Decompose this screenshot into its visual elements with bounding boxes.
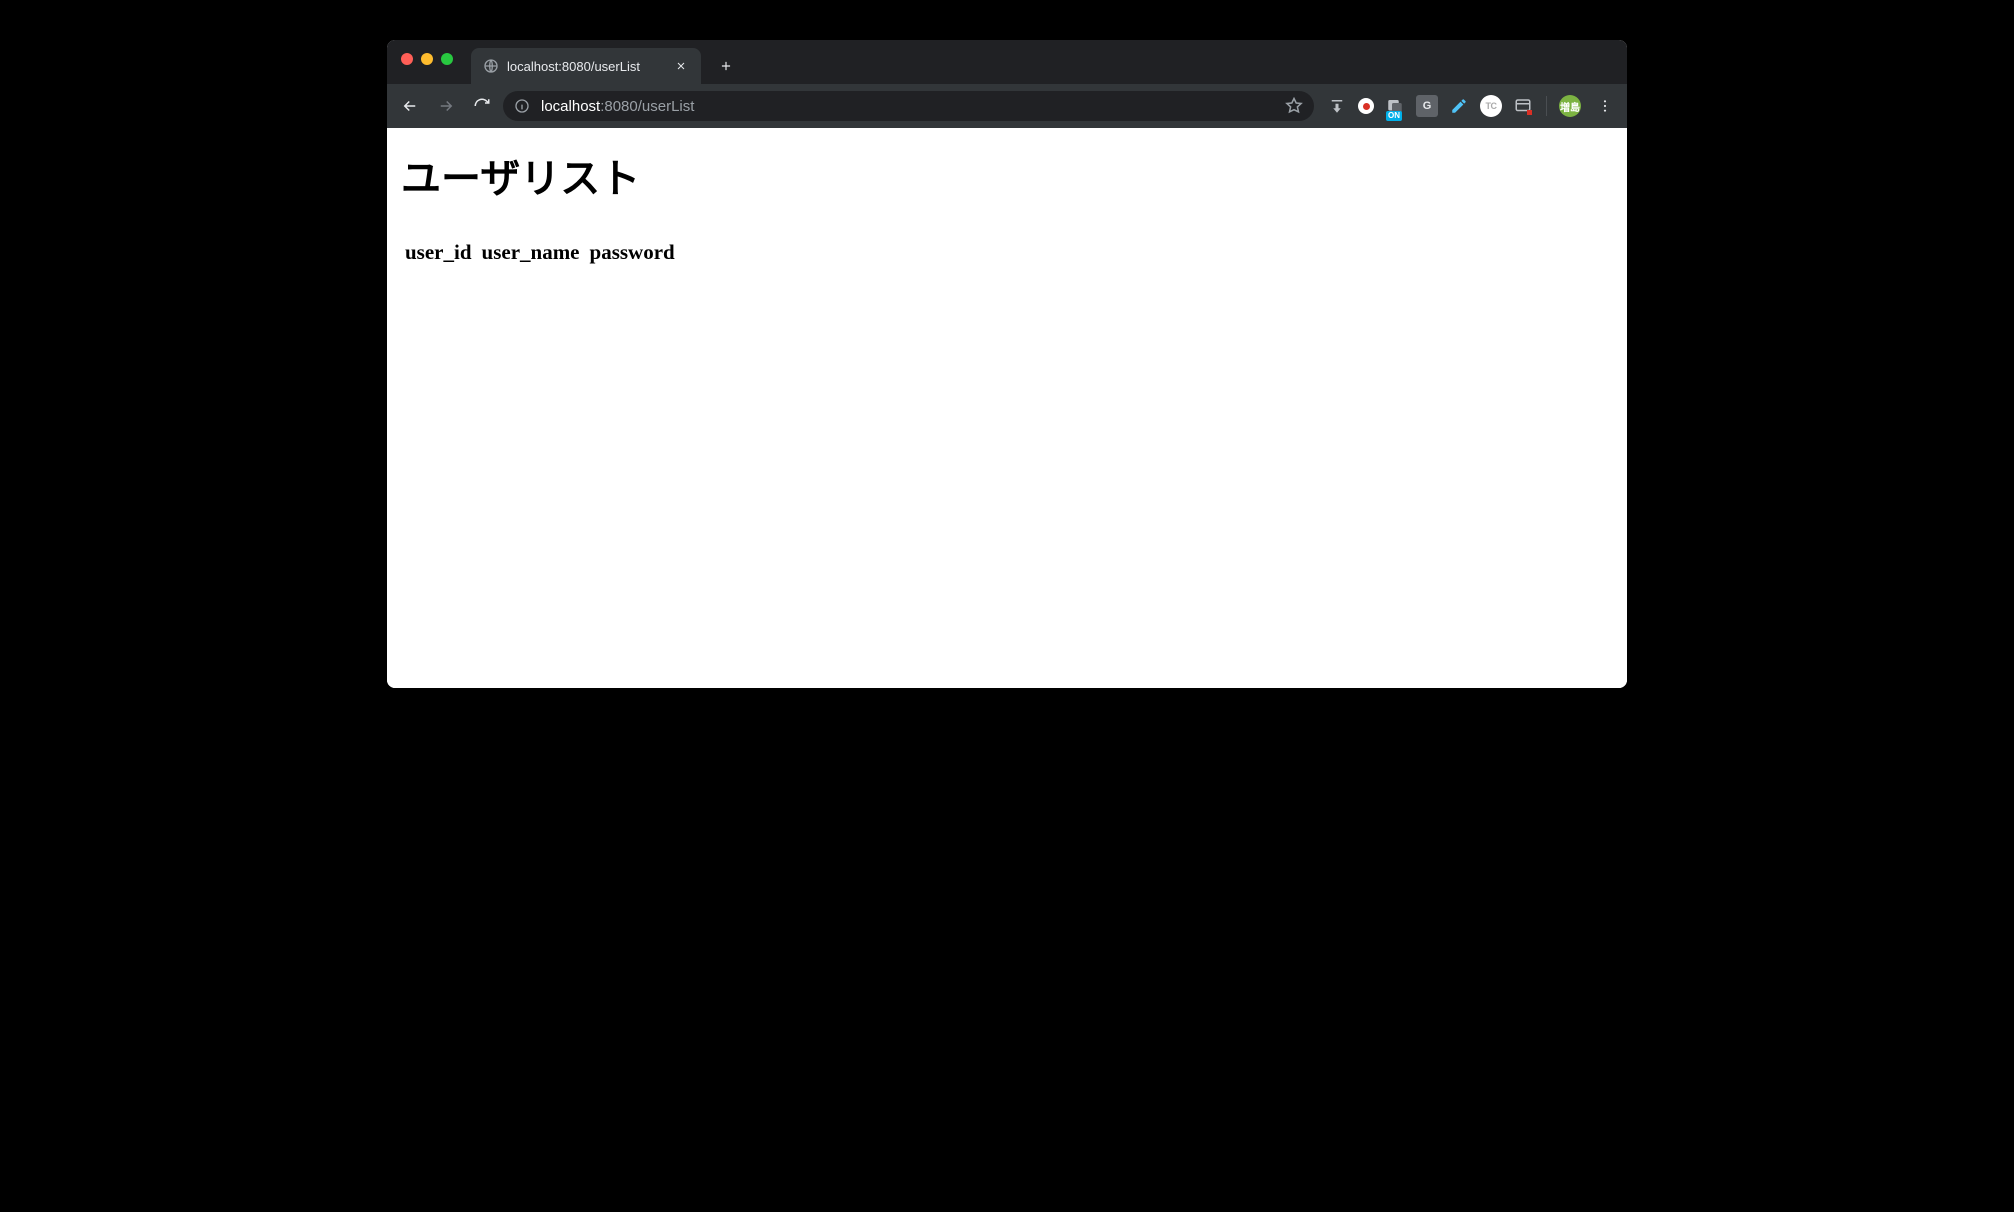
site-info-icon[interactable] xyxy=(513,97,531,115)
globe-icon xyxy=(483,58,499,74)
window-maximize-button[interactable] xyxy=(441,53,453,65)
window-controls xyxy=(401,40,471,84)
toolbar: localhost:8080/userList ON G TC xyxy=(387,84,1627,128)
extension-g-icon[interactable]: G xyxy=(1416,95,1438,117)
bookmark-star-icon[interactable] xyxy=(1284,96,1304,116)
col-user-name: user_name xyxy=(482,240,586,265)
tab-close-button[interactable] xyxy=(673,58,689,74)
extension-icons: ON G TC 増島 xyxy=(1320,92,1619,120)
profile-avatar[interactable]: 増島 xyxy=(1559,95,1581,117)
col-user-id: user_id xyxy=(405,240,478,265)
address-bar[interactable]: localhost:8080/userList xyxy=(503,91,1314,121)
translate-icon[interactable]: ON xyxy=(1384,95,1406,117)
download-icon[interactable] xyxy=(1326,95,1348,117)
pencil-icon[interactable] xyxy=(1448,95,1470,117)
tab-active[interactable]: localhost:8080/userList xyxy=(471,48,701,84)
new-tab-button[interactable] xyxy=(711,51,741,81)
back-button[interactable] xyxy=(395,91,425,121)
col-password: password xyxy=(590,240,681,265)
table-header-row: user_id user_name password xyxy=(405,240,681,265)
url-path: :8080/userList xyxy=(600,98,694,115)
extension-tc-icon[interactable]: TC xyxy=(1480,95,1502,117)
page-viewport: ユーザリスト user_id user_name password xyxy=(387,128,1627,688)
window-minimize-button[interactable] xyxy=(421,53,433,65)
tab-strip: localhost:8080/userList xyxy=(387,40,1627,84)
user-table: user_id user_name password xyxy=(401,240,685,265)
browser-window: localhost:8080/userList xyxy=(387,40,1627,688)
record-icon[interactable] xyxy=(1358,98,1374,114)
reload-button[interactable] xyxy=(467,91,497,121)
browser-menu-button[interactable] xyxy=(1591,92,1619,120)
forward-button[interactable] xyxy=(431,91,461,121)
url-text: localhost:8080/userList xyxy=(541,98,1274,115)
translate-on-badge: ON xyxy=(1386,111,1402,121)
toolbar-divider xyxy=(1546,96,1547,116)
page-heading: ユーザリスト xyxy=(401,146,1613,204)
window-close-button[interactable] xyxy=(401,53,413,65)
devtools-icon[interactable] xyxy=(1512,95,1534,117)
tab-title: localhost:8080/userList xyxy=(507,59,665,74)
url-host: localhost xyxy=(541,98,600,115)
